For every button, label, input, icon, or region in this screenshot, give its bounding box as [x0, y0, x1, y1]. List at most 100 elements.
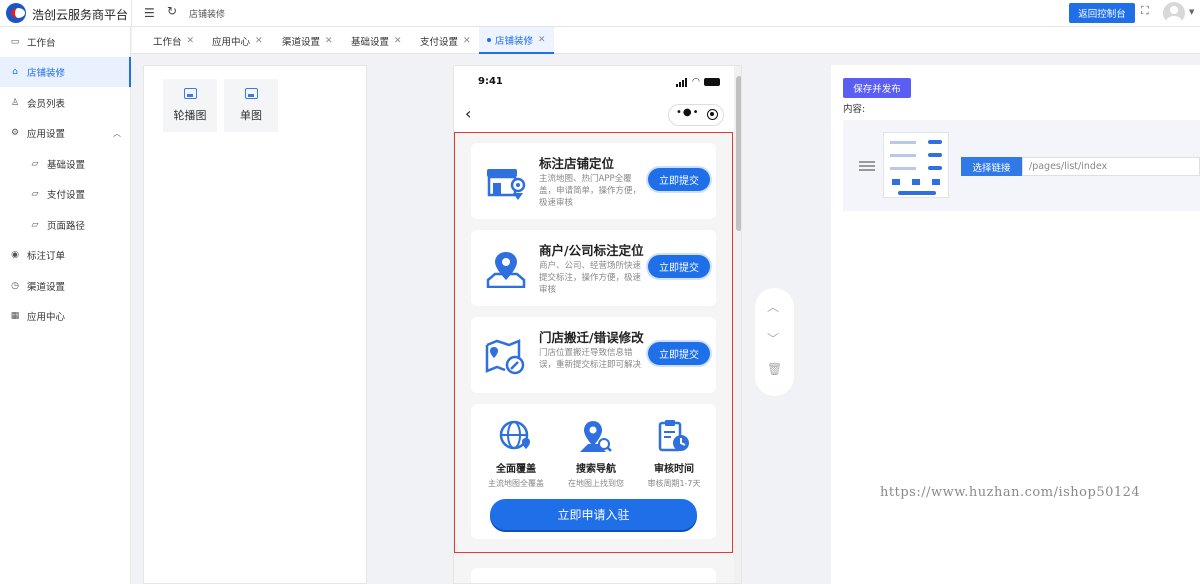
card-desc: 商户、公司、经营场所快速提交标注，操作方便，极速审核: [539, 261, 642, 295]
sidebar-item-orders[interactable]: ◉ 标注订单: [0, 240, 131, 270]
tab-channel-settings[interactable]: 渠道设置 ✕: [274, 27, 341, 54]
feature-review-time: 审核时间 审核周期1-7天: [634, 418, 714, 489]
more-dots-icon[interactable]: •●•: [676, 107, 700, 118]
drag-handle-icon[interactable]: [859, 161, 875, 171]
close-icon[interactable]: ✕: [255, 36, 263, 46]
submit-button[interactable]: 立即提交: [648, 255, 710, 278]
feature-search-nav: 搜索导航 在地图上找到您: [556, 418, 636, 489]
phone-canvas: 9:41 ◠ ‹ •●• 标注店铺定位 主流地图、热门APP全覆盖，申请简单，操…: [454, 66, 734, 583]
brand-title: 浩创云服务商平台: [32, 8, 129, 22]
feature-coverage: 全面覆盖 主流地图全覆盖: [476, 418, 556, 489]
brand-logo: [6, 3, 26, 23]
folder-icon: ▱: [31, 189, 39, 199]
sidebar-item-label: 应用中心: [27, 312, 66, 323]
sidebar-item-page-paths[interactable]: ▱ 页面路径: [0, 210, 131, 240]
card-desc: 主流地图、热门APP全覆盖，申请简单，操作方便，极速审核: [539, 174, 642, 208]
location-icon: ◉: [11, 250, 19, 260]
sidebar-item-label: 会员列表: [27, 99, 66, 110]
sidebar-item-channel-settings[interactable]: ◷ 渠道设置: [0, 271, 131, 301]
sidebar-item-members[interactable]: ♙ 会员列表: [0, 88, 131, 118]
component-carousel[interactable]: 轮播图: [163, 79, 217, 132]
tab-label: 工作台: [153, 36, 182, 48]
sidebar: ▭ 工作台 ⌂ 店铺装修 ♙ 会员列表 ⚙ 应用设置 ︿ ▱ 基础设置 ▱ 支付…: [0, 27, 131, 584]
submit-button[interactable]: 立即提交: [648, 168, 710, 191]
battery-icon: [704, 78, 720, 86]
fullscreen-icon[interactable]: ⛶: [1141, 4, 1149, 18]
component-label: 单图: [240, 109, 262, 122]
move-down-icon[interactable]: ﹀: [767, 330, 779, 347]
avatar[interactable]: [1163, 2, 1185, 24]
status-time: 9:41: [478, 76, 503, 87]
back-arrow-icon[interactable]: ‹: [465, 104, 471, 123]
map-edit-icon: [485, 339, 525, 375]
close-icon[interactable]: ✕: [394, 36, 402, 46]
globe-icon: [499, 420, 530, 450]
sidebar-item-label: 工作台: [27, 38, 56, 49]
submit-button[interactable]: 立即提交: [648, 342, 710, 365]
phone-header: 9:41 ◠ ‹ •●•: [454, 66, 734, 132]
save-publish-button[interactable]: 保存并发布: [843, 78, 911, 98]
apply-join-button[interactable]: 立即申请入驻: [490, 499, 697, 530]
close-icon[interactable]: ✕: [325, 36, 333, 46]
sidebar-item-label: 支付设置: [47, 190, 86, 201]
close-icon[interactable]: ✕: [463, 36, 471, 46]
sidebar-item-workbench[interactable]: ▭ 工作台: [0, 27, 131, 57]
service-card-relocation[interactable]: 门店搬迁/错误修改 门店位置搬迁导致信息错误，重新提交标注即可解决 立即提交: [471, 317, 716, 393]
tab-workbench[interactable]: 工作台 ✕: [145, 27, 202, 54]
sidebar-item-payment-settings[interactable]: ▱ 支付设置: [0, 179, 131, 209]
image-icon: [244, 88, 258, 99]
sidebar-item-app-center[interactable]: ▦ 应用中心: [0, 301, 131, 331]
active-dot: [487, 37, 491, 42]
signal-icon: [676, 78, 687, 87]
back-to-console-button[interactable]: 返回控制台: [1069, 3, 1135, 23]
component-panel: 轮播图 单图: [143, 65, 367, 584]
sidebar-item-label: 基础设置: [47, 160, 86, 171]
image-icon: [183, 88, 197, 99]
close-target-icon[interactable]: [707, 109, 718, 120]
shop-icon: ⌂: [12, 67, 18, 77]
tab-label: 应用中心: [212, 36, 251, 48]
sidebar-item-label: 渠道设置: [27, 282, 66, 293]
card-desc: 门店位置搬迁导致信息错误，重新提交标注即可解决: [539, 348, 642, 370]
feature-card: 全面覆盖 主流地图全覆盖 搜索导航 在地图上找到您 审核时间 审核周期1-7天 …: [471, 404, 716, 539]
service-card-merchant-location[interactable]: 商户/公司标注定位 商户、公司、经营场所快速提交标注，操作方便，极速审核 立即提…: [471, 230, 716, 306]
clock-icon: ◷: [11, 281, 19, 291]
refresh-icon[interactable]: ↻: [167, 4, 177, 18]
grid-icon: ▦: [10, 311, 20, 321]
folder-icon: ▱: [31, 220, 39, 230]
tab-shop-decor[interactable]: 店铺装修 ✕: [479, 27, 554, 54]
sidebar-item-label: 店铺装修: [27, 68, 66, 79]
phone-preview: 9:41 ◠ ‹ •●• 标注店铺定位 主流地图、热门APP全覆盖，申请简单，操…: [453, 65, 742, 584]
feature-sub: 在地图上找到您: [568, 479, 624, 488]
tab-label: 支付设置: [420, 36, 459, 48]
choose-link-button[interactable]: 选择链接: [961, 157, 1022, 176]
sidebar-item-app-settings[interactable]: ⚙ 应用设置 ︿: [0, 118, 131, 148]
sidebar-item-label: 应用设置: [27, 129, 66, 140]
sidebar-item-label: 标注订单: [27, 251, 66, 262]
chevron-up-icon: ︿: [113, 128, 121, 138]
card-title: 门店搬迁/错误修改: [539, 330, 644, 345]
next-card-preview: [471, 568, 716, 583]
sidebar-item-shop-decor[interactable]: ⌂ 店铺装修: [0, 57, 131, 87]
search-nav-icon: [580, 421, 612, 452]
chevron-down-icon[interactable]: ▼: [1189, 8, 1194, 16]
sidebar-item-basic-settings[interactable]: ▱ 基础设置: [0, 149, 131, 179]
service-card-shop-location[interactable]: 标注店铺定位 主流地图、热门APP全覆盖，申请简单，操作方便，极速审核 立即提交: [471, 143, 716, 219]
feature-title: 审核时间: [654, 464, 694, 475]
menu-toggle-icon[interactable]: ☰: [144, 6, 155, 20]
link-path-input[interactable]: [1022, 157, 1200, 176]
scrollbar-thumb[interactable]: [736, 76, 741, 231]
tab-basic-settings[interactable]: 基础设置 ✕: [343, 27, 410, 54]
content-label: 内容:: [843, 104, 866, 115]
sidebar-item-label: 页面路径: [47, 221, 86, 232]
tab-app-center[interactable]: 应用中心 ✕: [204, 27, 271, 54]
component-single-image[interactable]: 单图: [224, 79, 278, 132]
tab-payment-settings[interactable]: 支付设置 ✕: [412, 27, 479, 54]
breadcrumb: 店铺装修: [189, 10, 226, 20]
feature-sub: 审核周期1-7天: [647, 479, 701, 488]
move-up-icon[interactable]: ︿: [767, 298, 779, 315]
close-icon[interactable]: ✕: [187, 36, 195, 46]
close-icon[interactable]: ✕: [538, 35, 546, 45]
trash-icon[interactable]: 🗑: [767, 362, 782, 376]
folder-icon: ▱: [31, 159, 39, 169]
